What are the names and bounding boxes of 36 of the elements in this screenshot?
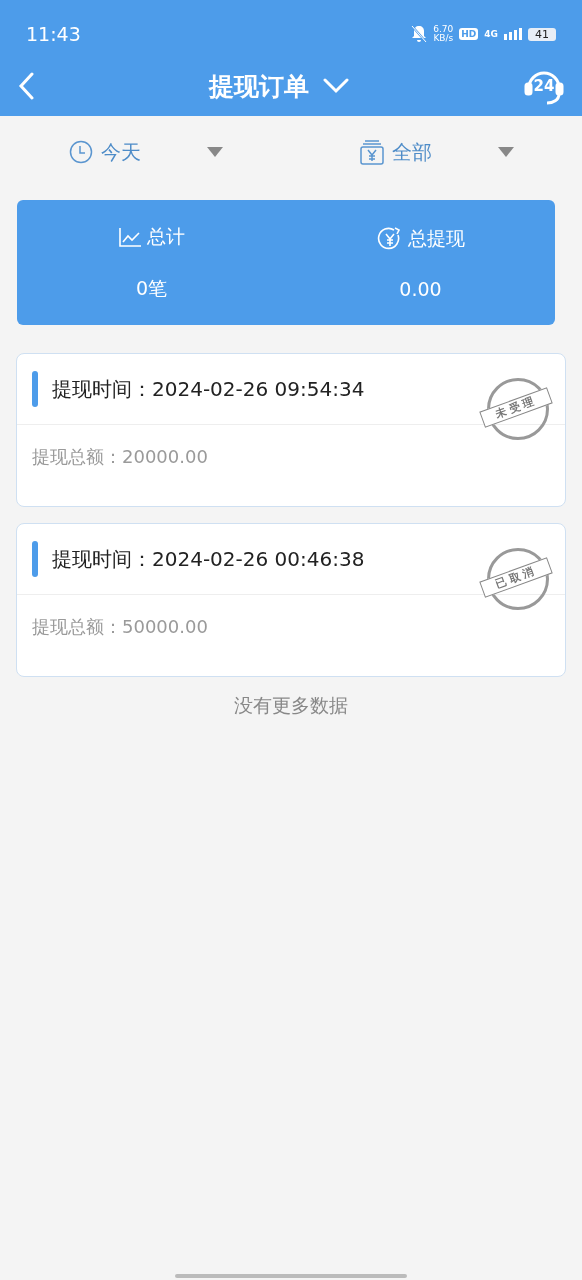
support-hours: 24 xyxy=(532,77,556,95)
accent-bar xyxy=(32,541,38,577)
order-amount: 提现总额：50000.00 xyxy=(31,615,209,639)
order-time: 提现时间：2024-02-26 00:46:38 xyxy=(52,545,365,573)
accent-bar xyxy=(32,371,38,407)
hd-badge: HD xyxy=(459,28,479,40)
support-button[interactable]: 24 xyxy=(524,66,564,106)
muted-bell-icon xyxy=(411,25,428,43)
stamp-text: 未受理 xyxy=(479,387,553,428)
network-type: 4G xyxy=(484,29,498,39)
order-card[interactable]: 提现时间：2024-02-26 00:46:38 提现总额：50000.00 已取消 xyxy=(16,523,566,677)
line-chart-icon xyxy=(118,225,142,248)
clock-icon xyxy=(68,140,93,164)
chevron-down-icon[interactable] xyxy=(323,78,349,94)
no-more-data-text: 没有更多数据 xyxy=(233,693,349,718)
wallet-icon xyxy=(359,139,384,165)
summary-value: 0笔 xyxy=(135,275,168,301)
filter-dropdown[interactable]: 全部 xyxy=(291,116,582,188)
summary-label: 总提现 xyxy=(407,225,465,251)
yen-coin-icon xyxy=(376,225,403,252)
filter-dropdown[interactable]: 今天 xyxy=(0,116,291,188)
dropdown-arrow-icon xyxy=(497,147,514,157)
page-title[interactable]: 提现订单 xyxy=(209,69,309,103)
order-card[interactable]: 提现时间：2024-02-26 09:54:34 提现总额：20000.00 未受理 xyxy=(16,353,566,507)
network-speed: 6.70 xyxy=(433,25,454,34)
status-time: 11:43 xyxy=(26,23,81,45)
stamp-text: 已取消 xyxy=(479,557,553,598)
order-amount: 提现总额：20000.00 xyxy=(31,445,209,469)
dropdown-arrow-icon xyxy=(206,147,223,157)
summary-value: 0.00 xyxy=(399,277,442,300)
summary-label: 总计 xyxy=(147,223,185,249)
back-icon[interactable] xyxy=(18,72,34,100)
speed-unit: KB/s xyxy=(433,34,454,43)
signal-icon xyxy=(504,28,522,40)
order-time: 提现时间：2024-02-26 09:54:34 xyxy=(52,375,365,403)
battery-level: 41 xyxy=(528,27,556,41)
